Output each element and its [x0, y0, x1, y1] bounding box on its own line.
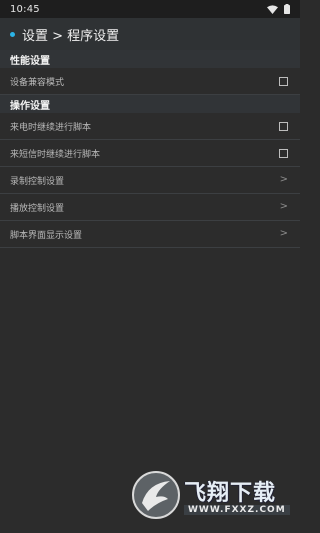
setting-script-ui-display[interactable]: 脚本界面显示设置 >	[0, 221, 300, 248]
title-dot-icon	[10, 31, 15, 37]
continue-on-sms-checkbox[interactable]	[279, 148, 288, 158]
watermark-brand: 飞翔下载	[184, 481, 277, 506]
setting-label: 设备兼容模式	[10, 77, 65, 88]
chevron-right-icon: >	[279, 228, 288, 239]
setting-label: 播放控制设置	[10, 203, 65, 214]
setting-device-compat-mode[interactable]: 设备兼容模式	[0, 68, 300, 95]
setting-record-control[interactable]: 录制控制设置 >	[0, 167, 300, 194]
screen: 10:45 设置 > 程序设置 性能设置 设备兼容模式 操作设置 来电时继续进行…	[0, 0, 300, 533]
setting-continue-on-sms[interactable]: 来短信时继续进行脚本	[0, 140, 300, 167]
device-compat-checkbox[interactable]	[279, 76, 288, 86]
section-header-operation: 操作设置	[0, 95, 300, 113]
title-bar: 设置 > 程序设置	[0, 18, 300, 50]
chevron-right-icon: >	[279, 174, 288, 185]
chevron-right-icon: >	[279, 201, 288, 212]
watermark-logo-icon	[132, 471, 180, 519]
settings-list: 性能设置 设备兼容模式 操作设置 来电时继续进行脚本 来短信时继续进行脚本 录制…	[0, 50, 300, 248]
battery-icon	[284, 4, 290, 14]
section-header-performance: 性能设置	[0, 50, 300, 68]
continue-on-call-checkbox[interactable]	[279, 121, 288, 131]
setting-label: 来短信时继续进行脚本	[10, 149, 101, 160]
status-bar: 10:45	[0, 0, 300, 18]
watermark: 飞翔下载 WWW.FXXZ.COM	[132, 471, 294, 521]
status-time: 10:45	[10, 3, 40, 15]
watermark-url: WWW.FXXZ.COM	[184, 505, 290, 515]
status-icons	[267, 4, 290, 14]
wifi-icon	[267, 4, 278, 14]
setting-playback-control[interactable]: 播放控制设置 >	[0, 194, 300, 221]
setting-continue-on-call[interactable]: 来电时继续进行脚本	[0, 113, 300, 140]
setting-label: 脚本界面显示设置	[10, 230, 83, 241]
setting-label: 录制控制设置	[10, 176, 65, 187]
page-title: 设置 > 程序设置	[22, 28, 120, 44]
setting-label: 来电时继续进行脚本	[10, 122, 92, 133]
